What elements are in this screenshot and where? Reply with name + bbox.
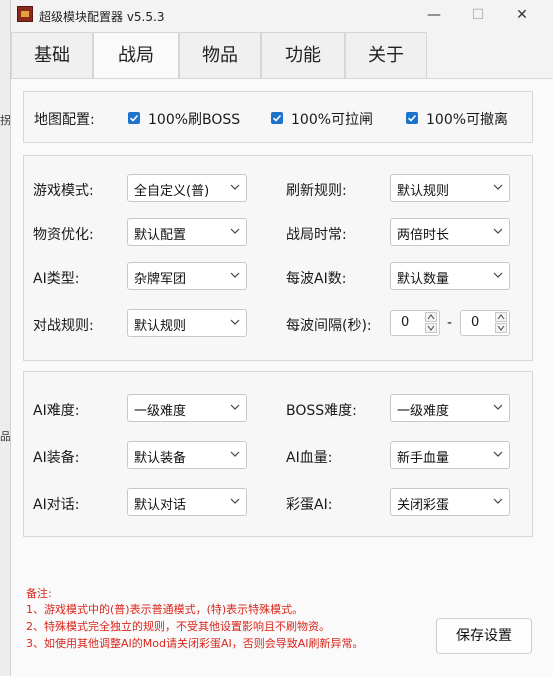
refresh-value: 默认规则	[397, 184, 450, 199]
chevron-down-icon	[230, 272, 240, 278]
checkbox-boss-label[interactable]: 100%刷BOSS	[148, 109, 240, 129]
spin-up-button[interactable]	[425, 312, 437, 322]
notes-title: 备注:	[26, 587, 52, 600]
battle-rule-value: 默认规则	[134, 319, 187, 334]
tab-features[interactable]: 功能	[261, 32, 345, 78]
wave-interval-label: 每波间隔(秒):	[286, 318, 372, 334]
refresh-select[interactable]: 默认规则	[390, 174, 510, 202]
chevron-down-icon	[230, 404, 240, 410]
checkbox-extract-label[interactable]: 100%可撤离	[426, 109, 508, 129]
easter-egg-select[interactable]: 关闭彩蛋	[390, 488, 510, 516]
checkbox-switch[interactable]	[271, 112, 283, 124]
easter-egg-label: 彩蛋AI:	[286, 497, 333, 513]
refresh-label: 刷新规则:	[286, 183, 347, 199]
supply-label: 物资优化:	[33, 227, 94, 243]
chevron-up-icon	[497, 314, 505, 320]
game-settings-group: 游戏模式: 全自定义(普) 刷新规则: 默认规则 物资优化: 默认配置 战局时常…	[23, 155, 533, 361]
ai-hp-value: 新手血量	[397, 451, 450, 466]
ai-dialog-label: AI对话:	[33, 497, 80, 513]
chevron-down-icon	[493, 451, 503, 457]
check-icon	[272, 114, 282, 122]
ai-type-label: AI类型:	[33, 271, 80, 287]
title-bar: 超级模块配置器 v5.5.3 — ☐ ✕	[11, 0, 553, 32]
boss-difficulty-label: BOSS难度:	[286, 403, 357, 419]
chevron-down-icon	[230, 228, 240, 234]
ai-hp-label: AI血量:	[286, 450, 333, 466]
checkbox-switch-label[interactable]: 100%可拉闸	[291, 109, 373, 129]
close-button[interactable]: ✕	[500, 0, 544, 32]
mode-select[interactable]: 全自定义(普)	[127, 174, 247, 202]
battle-rule-select[interactable]: 默认规则	[127, 309, 247, 337]
chevron-down-icon	[230, 498, 240, 504]
spin-down-button[interactable]	[495, 323, 507, 333]
chevron-down-icon	[230, 319, 240, 325]
tab-basic[interactable]: 基础	[11, 32, 93, 78]
chevron-down-icon	[427, 325, 435, 331]
chevron-down-icon	[493, 228, 503, 234]
note-line: 3、如使用其他调整AI的Mod请关闭彩蛋AI，否则会导致AI刷新异常。	[26, 637, 364, 650]
chevron-down-icon	[493, 404, 503, 410]
boss-difficulty-value: 一级难度	[397, 404, 450, 419]
window-title: 超级模块配置器 v5.5.3	[39, 10, 165, 24]
checkbox-boss[interactable]	[128, 112, 140, 124]
interval-max-value: 0	[471, 315, 480, 330]
chevron-down-icon	[493, 184, 503, 190]
tab-content-battle: 地图配置: 100%刷BOSS 100%可拉闸 100%可撤离 游戏模式: 全自…	[11, 78, 553, 677]
note-line: 1、游戏模式中的(普)表示普通模式，(特)表示特殊模式。	[26, 603, 304, 616]
background-window-edge: 拐 品	[0, 0, 11, 676]
chevron-down-icon	[493, 272, 503, 278]
interval-max-spinbox[interactable]: 0	[460, 310, 510, 336]
boss-difficulty-select[interactable]: 一级难度	[390, 394, 510, 422]
app-window: 超级模块配置器 v5.5.3 — ☐ ✕ 基础 战局 物品 功能 关于 地图配置…	[10, 0, 553, 677]
app-icon	[17, 6, 33, 22]
wave-ai-label: 每波AI数:	[286, 271, 347, 287]
ai-type-value: 杂牌军团	[134, 272, 187, 287]
mode-label: 游戏模式:	[33, 183, 94, 199]
ai-difficulty-value: 一级难度	[134, 404, 187, 419]
check-icon	[407, 114, 417, 122]
tab-bar: 基础 战局 物品 功能 关于	[11, 32, 553, 80]
interval-min-value: 0	[401, 315, 410, 330]
duration-label: 战局时常:	[286, 227, 347, 243]
wave-ai-select[interactable]: 默认数量	[390, 262, 510, 290]
ai-difficulty-select[interactable]: 一级难度	[127, 394, 247, 422]
spin-up-button[interactable]	[495, 312, 507, 322]
note-line: 2、特殊模式完全独立的规则，不受其他设置影响且不刷物资。	[26, 620, 330, 633]
minimize-button[interactable]: —	[412, 0, 456, 32]
spin-down-button[interactable]	[425, 323, 437, 333]
chevron-down-icon	[230, 451, 240, 457]
map-config-label: 地图配置:	[34, 112, 95, 128]
easter-egg-value: 关闭彩蛋	[397, 498, 450, 513]
interval-separator: -	[447, 315, 453, 331]
ai-dialog-value: 默认对话	[134, 498, 187, 513]
chevron-down-icon	[230, 184, 240, 190]
ai-dialog-select[interactable]: 默认对话	[127, 488, 247, 516]
ai-type-select[interactable]: 杂牌军团	[127, 262, 247, 290]
ai-equipment-value: 默认装备	[134, 451, 187, 466]
supply-value: 默认配置	[134, 228, 187, 243]
tab-items[interactable]: 物品	[179, 32, 261, 78]
duration-value: 两倍时长	[397, 228, 450, 243]
ai-difficulty-label: AI难度:	[33, 403, 80, 419]
wave-ai-value: 默认数量	[397, 272, 450, 287]
chevron-up-icon	[427, 314, 435, 320]
tab-battle[interactable]: 战局	[93, 32, 179, 80]
ai-equipment-label: AI装备:	[33, 450, 80, 466]
ai-hp-select[interactable]: 新手血量	[390, 441, 510, 469]
mode-value: 全自定义(普)	[134, 184, 210, 199]
supply-select[interactable]: 默认配置	[127, 218, 247, 246]
map-config-group: 地图配置: 100%刷BOSS 100%可拉闸 100%可撤离	[23, 91, 533, 143]
save-button[interactable]: 保存设置	[436, 618, 532, 654]
check-icon	[129, 114, 139, 122]
maximize-button[interactable]: ☐	[456, 0, 500, 32]
tab-about[interactable]: 关于	[345, 32, 427, 78]
ai-settings-group: AI难度: 一级难度 BOSS难度: 一级难度 AI装备: 默认装备 AI血量:…	[23, 371, 533, 537]
battle-rule-label: 对战规则:	[33, 318, 94, 334]
ai-equipment-select[interactable]: 默认装备	[127, 441, 247, 469]
checkbox-extract[interactable]	[406, 112, 418, 124]
chevron-down-icon	[497, 325, 505, 331]
chevron-down-icon	[493, 498, 503, 504]
duration-select[interactable]: 两倍时长	[390, 218, 510, 246]
interval-min-spinbox[interactable]: 0	[390, 310, 440, 336]
